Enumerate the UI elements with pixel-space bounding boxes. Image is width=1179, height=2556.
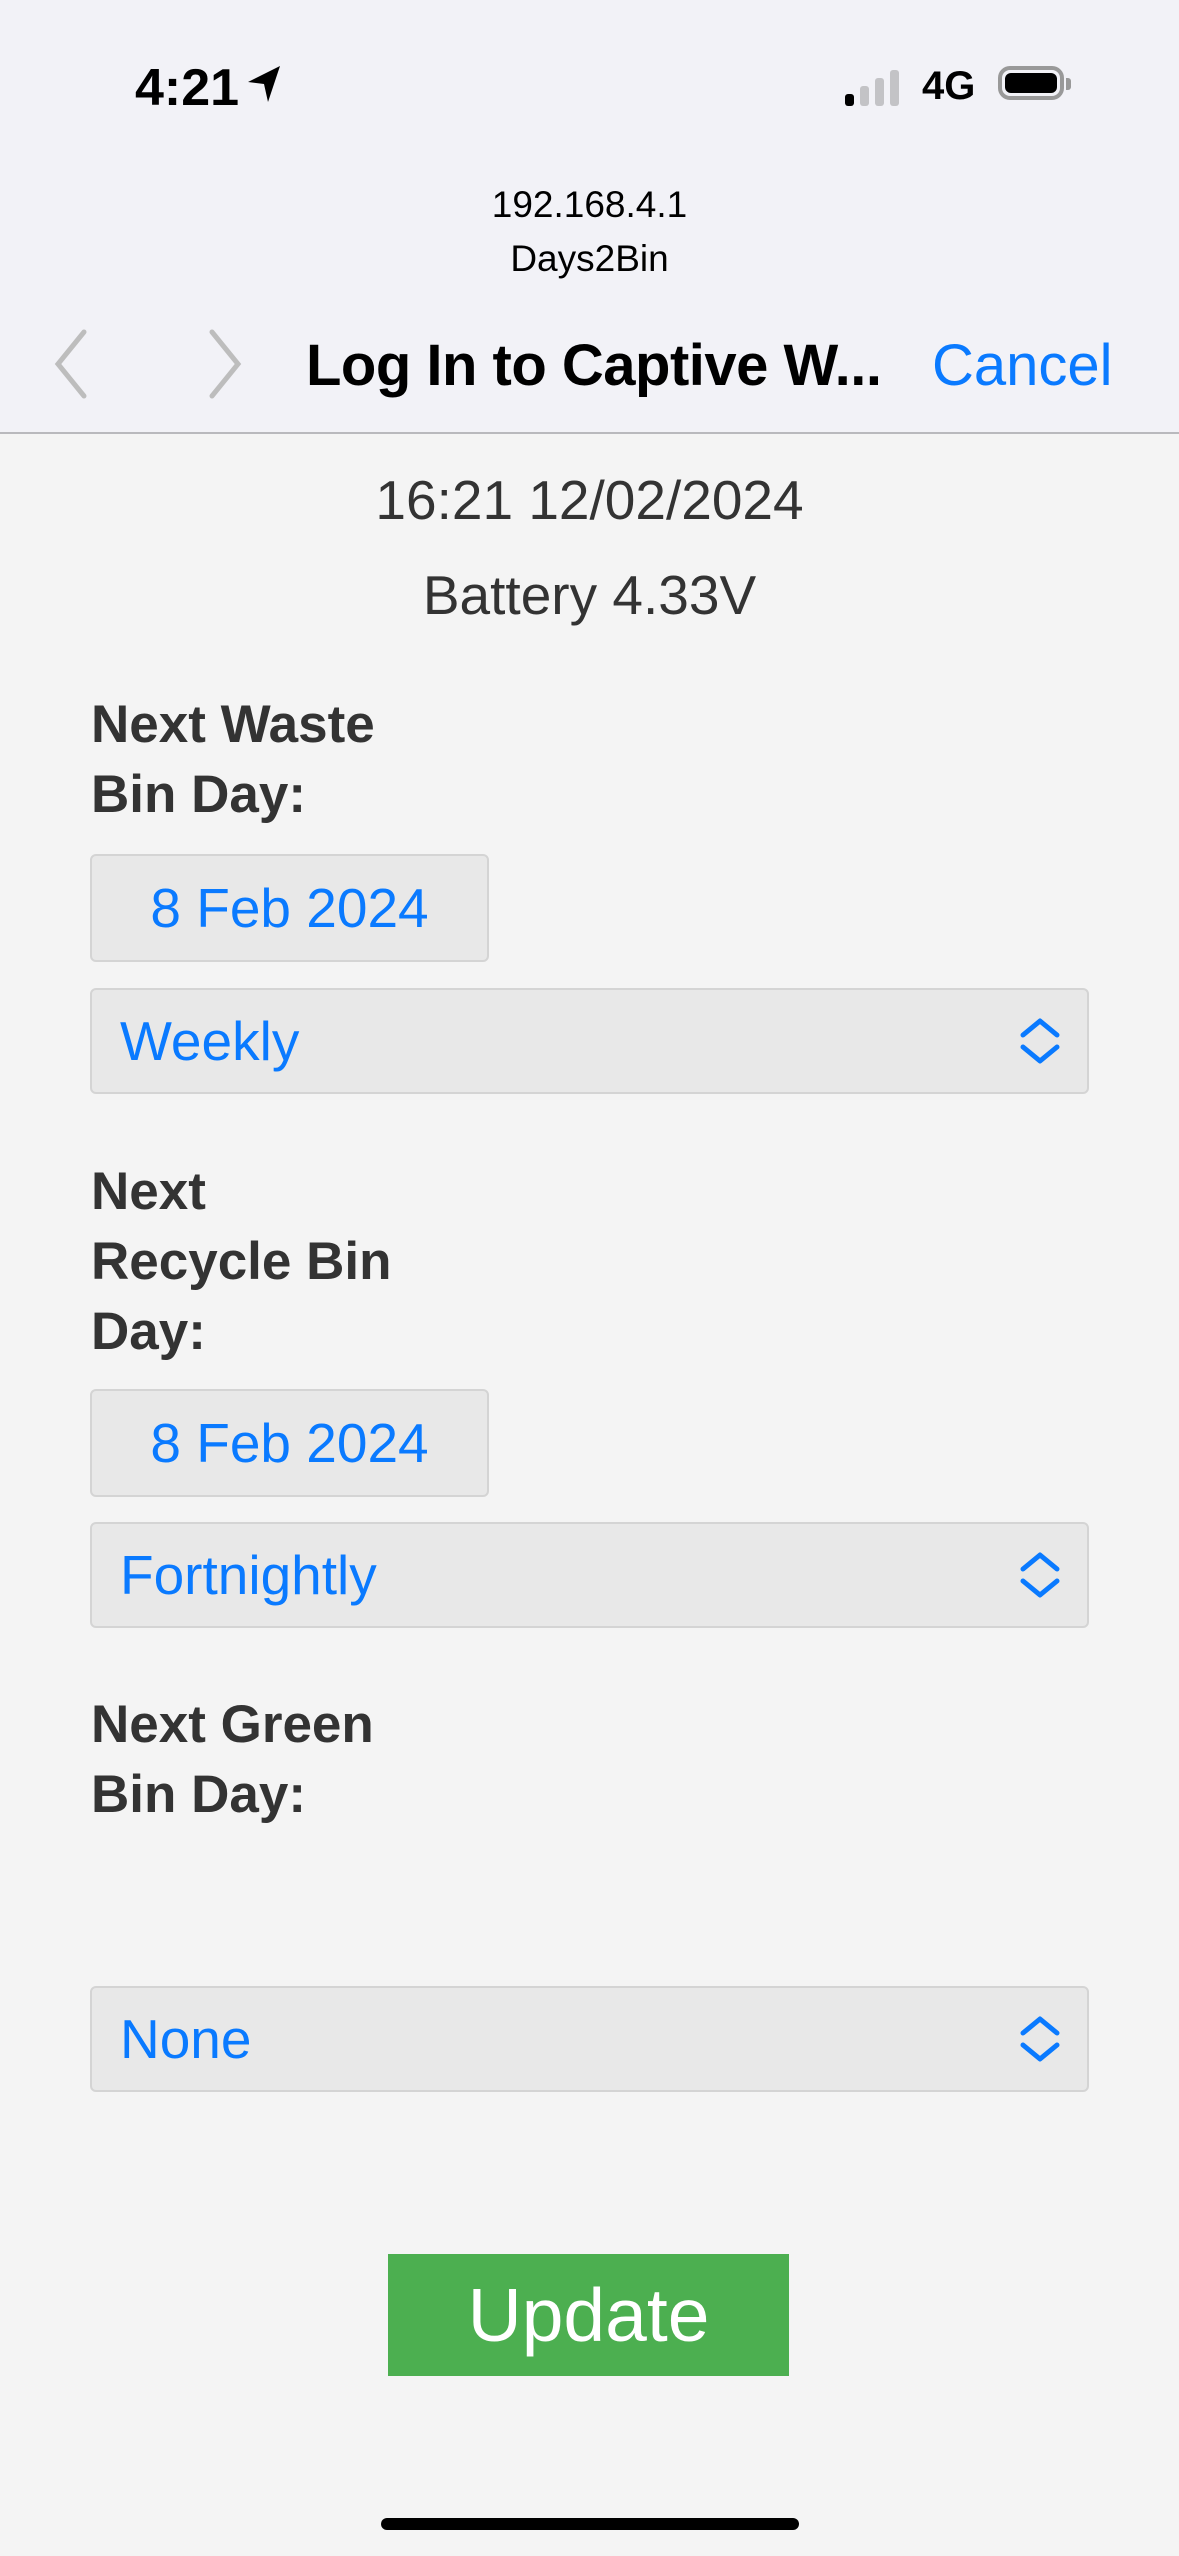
status-time: 4:21 [135, 59, 240, 117]
waste-frequency-value: Weekly [120, 1010, 300, 1072]
waste-date-input[interactable]: 8 Feb 2024 [90, 854, 489, 962]
green-label-line: Next Green [91, 1695, 374, 1754]
recycle-label-line: Day: [91, 1302, 206, 1361]
battery-text: Battery 4.33V [422, 564, 757, 626]
recycle-frequency-select[interactable]: Fortnightly [90, 1522, 1089, 1628]
location-arrow-icon [248, 66, 280, 102]
page-title: Days2Bin [510, 238, 669, 279]
recycle-frequency-value: Fortnightly [120, 1544, 377, 1606]
green-label: Next Green Bin Day: [91, 1690, 374, 1830]
waste-label-line: Next Waste [91, 695, 375, 754]
green-frequency-select[interactable]: None [90, 1986, 1089, 2092]
chevron-up-down-icon [1020, 1018, 1060, 1064]
cancel-button[interactable]: Cancel [932, 332, 1113, 399]
recycle-label-line: Next [91, 1162, 206, 1221]
battery-icon [998, 66, 1064, 100]
update-button[interactable]: Update [388, 2254, 789, 2376]
recycle-date-input[interactable]: 8 Feb 2024 [90, 1389, 489, 1497]
waste-frequency-select[interactable]: Weekly [90, 988, 1089, 1094]
signal-icon [845, 70, 899, 106]
battery-tip [1066, 78, 1071, 90]
url-text: 192.168.4.1 [491, 184, 688, 225]
sheet-title: Log In to Captive W... [306, 333, 882, 398]
home-indicator[interactable] [381, 2518, 799, 2530]
chevron-up-down-icon [1020, 1552, 1060, 1598]
recycle-label-line: Recycle Bin [91, 1232, 392, 1291]
waste-label: Next Waste Bin Day: [91, 690, 375, 830]
forward-chevron-icon[interactable] [206, 328, 246, 400]
network-type: 4G [922, 64, 976, 108]
green-frequency-value: None [120, 2008, 252, 2070]
chevron-up-down-icon [1020, 2016, 1060, 2062]
back-chevron-icon[interactable] [50, 328, 90, 400]
waste-label-line: Bin Day: [91, 765, 306, 824]
recycle-label: Next Recycle Bin Day: [91, 1157, 391, 1367]
green-label-line: Bin Day: [91, 1765, 306, 1824]
datetime-text: 16:21 12/02/2024 [375, 469, 804, 531]
